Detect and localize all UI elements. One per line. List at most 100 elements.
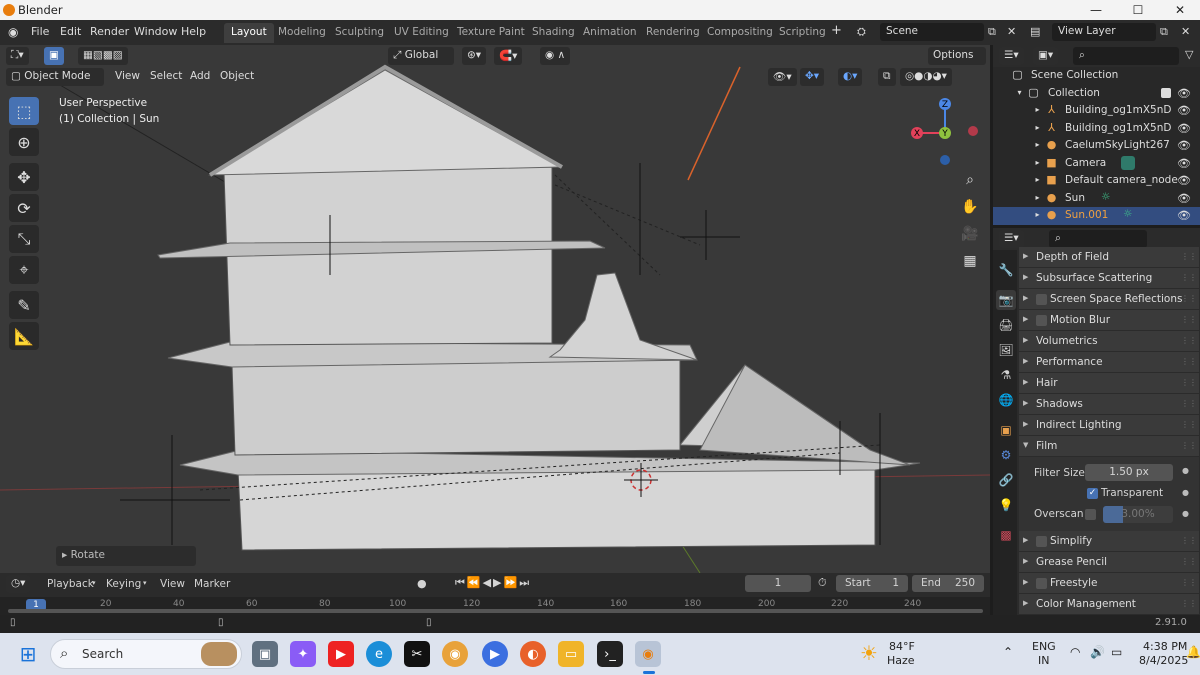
filter-icon[interactable]: ▽ [1185,48,1193,61]
modifiers-tab-icon[interactable]: ⚙ [996,445,1016,465]
outliner-collection[interactable]: ▾ ▢ Collection 👁 [993,85,1200,103]
panel-hair[interactable]: ▶ Hair ⋮⋮ [1019,373,1199,394]
record-icon[interactable]: ● [417,577,427,590]
overscan-checkbox[interactable] [1085,509,1096,520]
maximize-button[interactable]: ☐ [1118,1,1158,19]
drag-handle-icon[interactable]: ⋮⋮ [1181,315,1197,324]
display-mode-icon[interactable]: ▣▾ [1033,47,1059,65]
battery-icon[interactable]: ▭ [1111,645,1122,659]
navigation-gizmo[interactable]: Z X Y [905,95,985,175]
eye-icon[interactable]: 👁 [1177,87,1191,100]
xray-toggle-icon[interactable]: ⧉ [878,68,896,86]
tab-uv-editing[interactable]: UV Editing [387,23,456,43]
filter-size-field[interactable]: 1.50 px [1085,464,1173,481]
world-tab-icon[interactable]: 🌐 [996,390,1016,410]
camera-view-icon[interactable]: 🎥 [958,222,982,246]
snap-icon[interactable]: 🧲▾ [494,47,523,65]
wifi-icon[interactable]: ◠ [1070,645,1080,659]
firefox-icon[interactable]: ◐ [520,641,546,667]
panel-checkbox[interactable] [1036,294,1047,305]
eye-icon[interactable]: 👁 [1177,157,1191,170]
drag-handle-icon[interactable]: ⋮⋮ [1181,399,1197,408]
youtube-icon[interactable]: ▶ [328,641,354,667]
panel-color-management[interactable]: ▶ Color Management ⋮⋮ [1019,594,1199,615]
panel-screen-space-reflections[interactable]: ▶ Screen Space Reflections ⋮⋮ [1019,289,1199,310]
shading-modes-icons[interactable]: ◎●◑◕▾ [900,68,952,86]
outliner-item[interactable]: ▸ ■ Default camera_node 👁 [993,172,1200,190]
panel-checkbox[interactable] [1036,578,1047,589]
object-tab-icon[interactable]: ▣ [996,420,1016,440]
drag-handle-icon[interactable]: ⋮⋮ [1181,557,1197,566]
move-tool-icon[interactable]: ✥ [9,163,39,191]
overscan-field[interactable]: 3.00% [1103,506,1173,523]
new-view-layer-icon[interactable]: ⧉ [1160,25,1168,39]
panel-simplify[interactable]: ▶ Simplify ⋮⋮ [1019,531,1199,552]
timeline-menu-keying[interactable]: Keying [106,578,141,590]
outliner-item[interactable]: ▸ ■ Camera 👁 [993,155,1200,173]
panel-motion-blur[interactable]: ▶ Motion Blur ⋮⋮ [1019,310,1199,331]
copilot-icon[interactable]: ✦ [290,641,316,667]
minimize-button[interactable]: — [1076,1,1116,19]
editor-type-icon[interactable]: ⛶▾ [6,47,29,65]
transform-tool-icon[interactable]: ⌖ [9,256,39,284]
language-label[interactable]: ENG [1032,640,1056,653]
tab-shading[interactable]: Shading [525,23,582,43]
outliner-scene-collection[interactable]: ▢ Scene Collection [993,67,1200,85]
panel-checkbox[interactable] [1036,315,1047,326]
tab-texture-paint[interactable]: Texture Paint [450,23,532,43]
annotate-tool-icon[interactable]: ✎ [9,291,39,319]
outliner-item[interactable]: ▸ ⅄ Building_og1mX5nD 👁 [993,120,1200,138]
output-tab-icon[interactable]: 🖨 [996,315,1016,335]
properties-search-input[interactable]: ⌕ [1049,230,1147,248]
viewport-menu-select[interactable]: Select [150,70,182,82]
drag-handle-icon[interactable]: ⋮⋮ [1181,536,1197,545]
capcut-icon[interactable]: ✂ [404,641,430,667]
taskbar-search-box[interactable]: ⌕ Search [50,639,242,669]
menu-edit[interactable]: Edit [60,25,81,38]
tab-layout[interactable]: Layout [224,23,274,43]
menu-help[interactable]: Help [181,25,206,38]
eye-icon[interactable]: 👁 [1177,209,1191,222]
animate-dot-icon[interactable]: ● [1182,466,1189,475]
media-player-icon[interactable]: ▶ [482,641,508,667]
tab-rendering[interactable]: Rendering [639,23,707,43]
clock-time[interactable]: 4:38 PM [1143,640,1187,653]
drag-handle-icon[interactable]: ⋮⋮ [1181,578,1197,587]
playback-controls-icons[interactable]: ⏮⏪◀▶⏩⏭ [455,576,531,590]
current-frame-field[interactable]: 1 [745,575,811,592]
properties-editor-icon[interactable]: ☰▾ [999,230,1024,248]
scene-selector[interactable]: Scene [880,23,984,41]
blender-taskbar-icon[interactable]: ◉ [635,641,661,667]
timeline-menu-playback[interactable]: Playback [47,578,94,590]
panel-depth-of-field[interactable]: ▶ Depth of Field ⋮⋮ [1019,247,1199,268]
collection-checkbox[interactable] [1161,87,1171,98]
tool-tab-icon[interactable]: 🔧 [996,260,1016,280]
weather-icon[interactable]: ☀ [860,641,878,665]
outliner-item[interactable]: ▸ ● Sun ☼ 👁 [993,190,1200,208]
eye-icon[interactable]: 👁 [1177,104,1191,117]
last-operator-panel[interactable]: ▸ Rotate [56,546,196,566]
eye-icon[interactable]: 👁 [1177,174,1191,187]
file-explorer-icon[interactable]: ▭ [558,641,584,667]
eye-icon[interactable]: 👁 [1177,122,1191,135]
object-data-tab-icon[interactable]: 💡 [996,495,1016,515]
panel-subsurface-scattering[interactable]: ▶ Subsurface Scattering ⋮⋮ [1019,268,1199,289]
drag-handle-icon[interactable]: ⋮⋮ [1181,294,1197,303]
drag-handle-icon[interactable]: ⋮⋮ [1181,357,1197,366]
panel-grease-pencil[interactable]: ▶ Grease Pencil ⋮⋮ [1019,552,1199,573]
select-box-icon[interactable]: ▣ [44,47,64,65]
clock-date[interactable]: 8/4/2025 [1139,654,1188,667]
view-layer-icon[interactable]: ▤ [1030,25,1040,38]
panel-performance[interactable]: ▶ Performance ⋮⋮ [1019,352,1199,373]
edge-icon[interactable]: e [366,641,392,667]
gizmo-toggle-icon[interactable]: ✥▾ [800,68,825,86]
tray-chevron-icon[interactable]: ⌃ [1003,645,1013,659]
tab-compositing[interactable]: Compositing [700,23,780,43]
delete-view-layer-icon[interactable]: ✕ [1181,25,1190,38]
animate-dot-icon[interactable]: ● [1182,509,1189,518]
scale-tool-icon[interactable]: ⤡ [9,225,39,253]
timeline-menu-view[interactable]: View [160,578,185,590]
task-view-icon[interactable]: ▣ [252,641,278,667]
outliner-item[interactable]: ▸ ⅄ Building_og1mX5nD 👁 [993,102,1200,120]
add-workspace-button[interactable]: + [831,23,842,38]
